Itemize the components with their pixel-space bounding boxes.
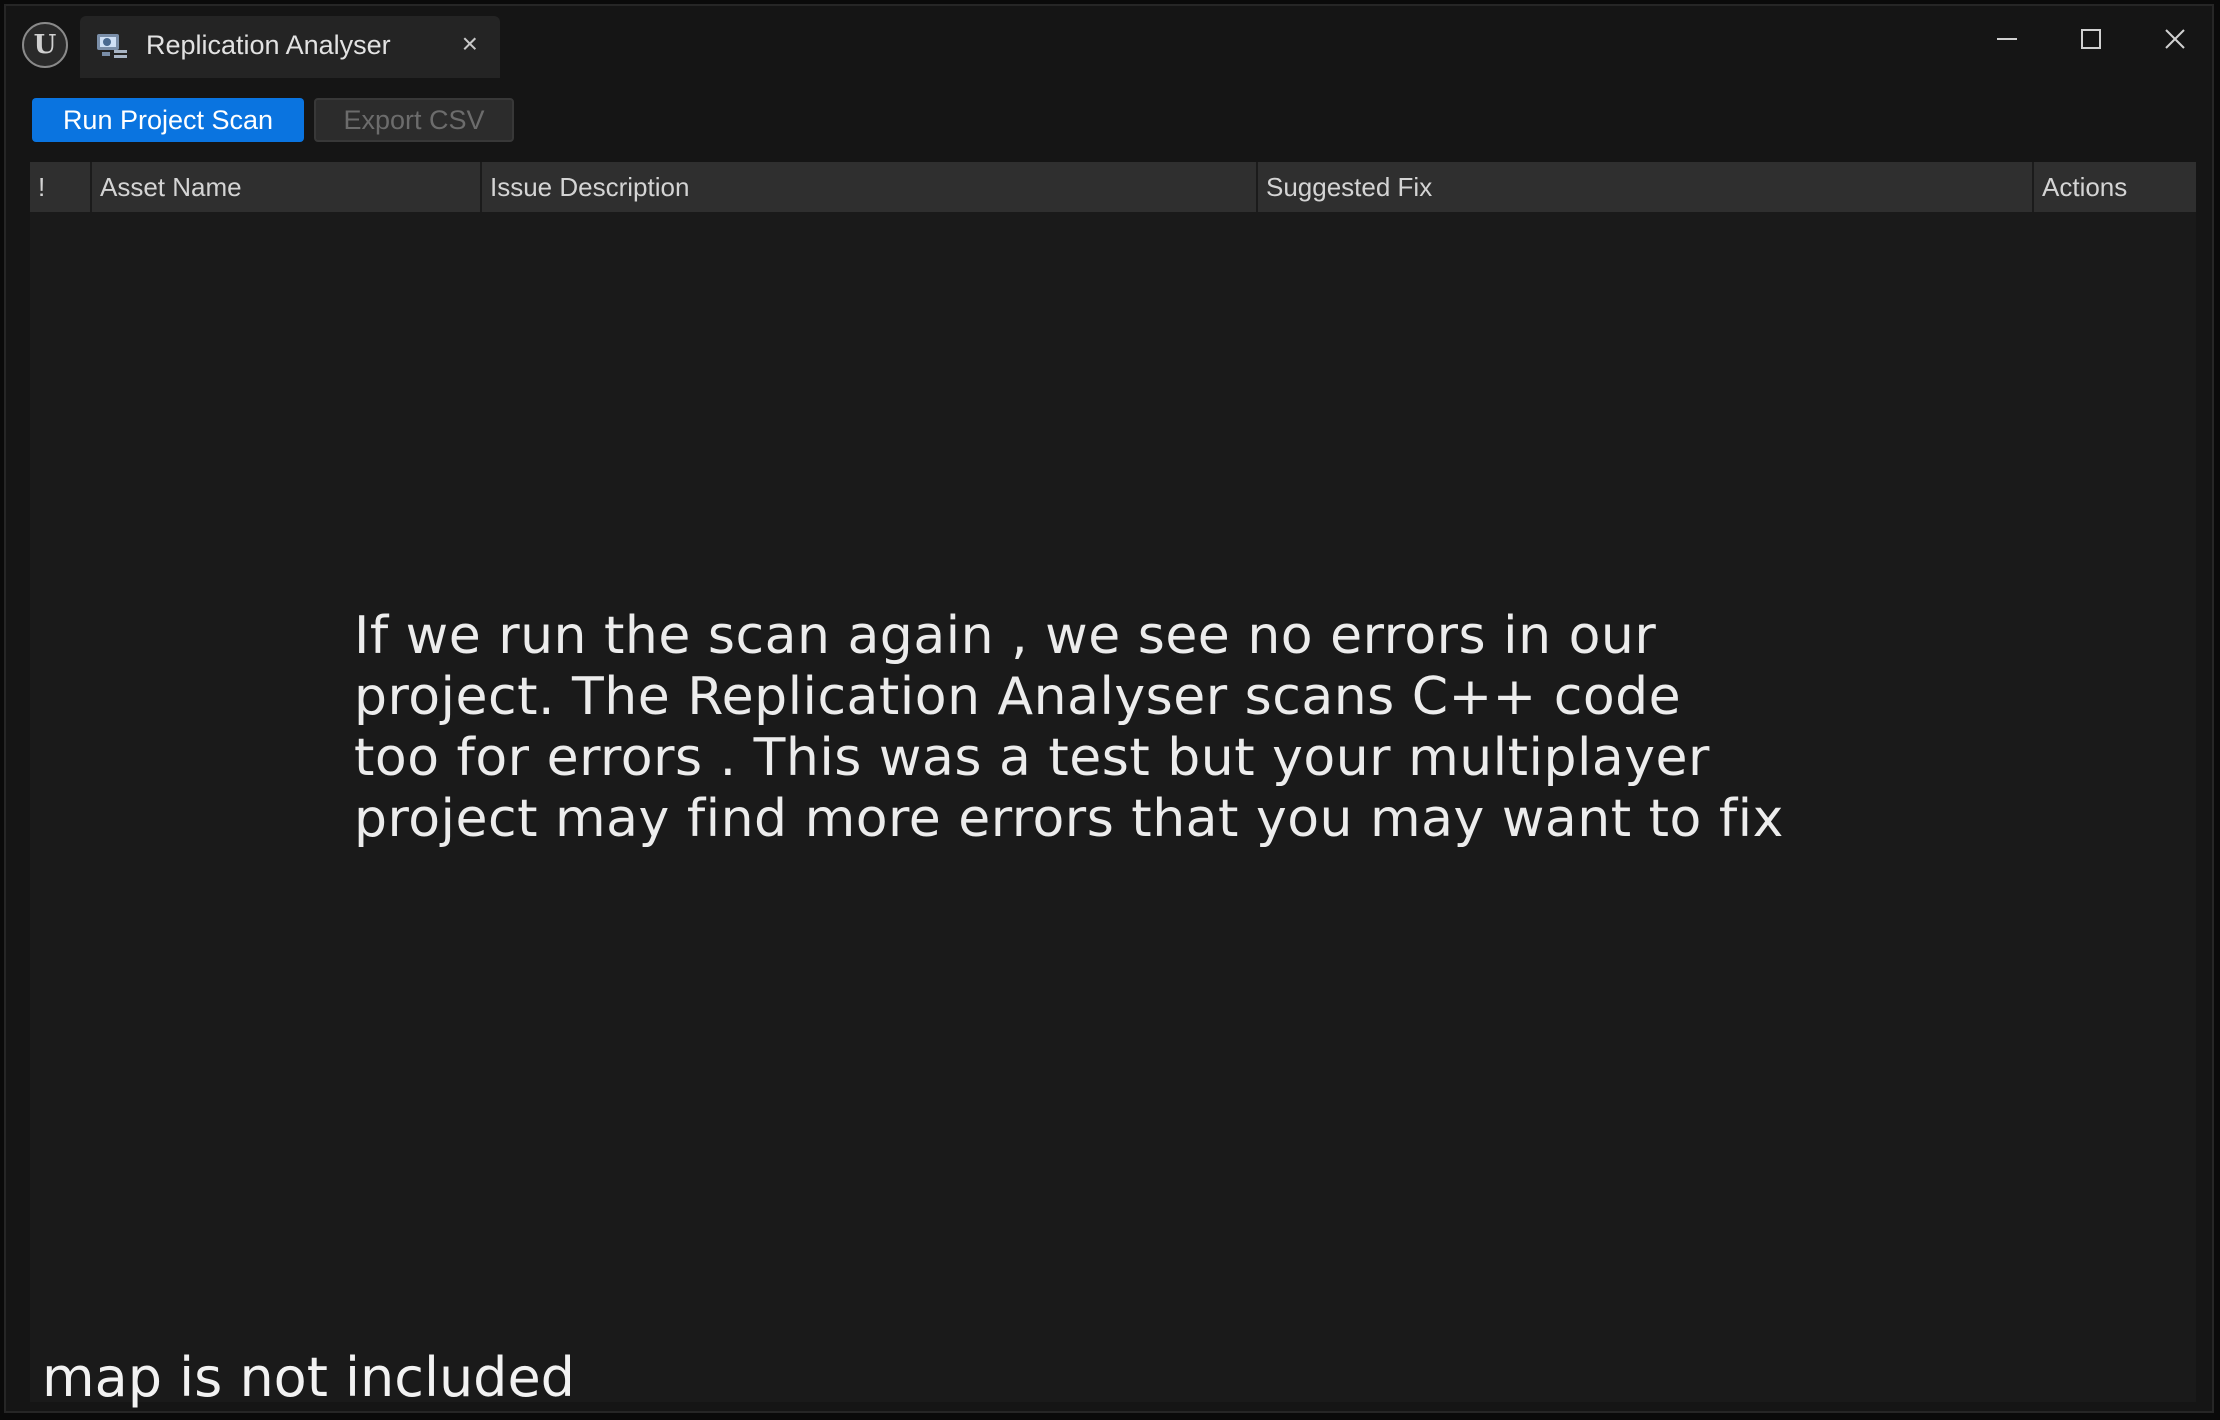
column-header-actions[interactable]: Actions (2034, 162, 2196, 212)
maximize-icon (2081, 29, 2101, 49)
column-header-severity[interactable]: ! (30, 162, 92, 212)
analyser-tool-icon (96, 32, 128, 62)
overlay-caption: If we run the scan again , we see no err… (354, 606, 1914, 850)
export-csv-button[interactable]: Export CSV (314, 98, 514, 142)
column-header-issue-description[interactable]: Issue Description (482, 162, 1258, 212)
caption-line: If we run the scan again , we see no err… (354, 606, 1657, 666)
run-project-scan-button[interactable]: Run Project Scan (32, 98, 304, 142)
table-header: ! Asset Name Issue Description Suggested… (30, 162, 2196, 212)
caption-line: project may find more errors that you ma… (354, 789, 1784, 849)
editor-window: U Replication Analyser × Run Project Sca… (4, 4, 2214, 1413)
title-bar[interactable]: U Replication Analyser × (6, 6, 2212, 86)
tab-replication-analyser[interactable]: Replication Analyser × (80, 16, 500, 78)
caption-line: too for errors . This was a test but you… (354, 728, 1710, 788)
close-window-button[interactable] (2140, 16, 2210, 62)
minimize-icon (1997, 38, 2017, 40)
column-header-asset-name[interactable]: Asset Name (92, 162, 482, 212)
tab-close-icon[interactable]: × (462, 28, 478, 60)
column-header-suggested-fix[interactable]: Suggested Fix (1258, 162, 2034, 212)
close-icon (2165, 29, 2185, 49)
unreal-logo-icon[interactable]: U (22, 22, 68, 68)
minimize-button[interactable] (1972, 16, 2042, 62)
maximize-button[interactable] (2056, 16, 2126, 62)
overlay-footnote: map is not included (42, 1346, 575, 1409)
tab-title: Replication Analyser (146, 30, 391, 60)
caption-line: project. The Replication Analyser scans … (354, 667, 1682, 727)
